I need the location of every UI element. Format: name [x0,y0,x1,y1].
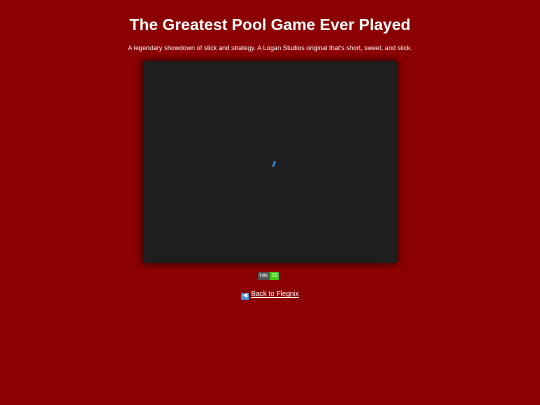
back-to-flegnix-link[interactable]: Back to Flegnix [251,291,299,298]
hit-counter-badge: hits 33 [258,272,280,280]
page: The Greatest Pool Game Ever Played A leg… [0,0,540,405]
cue-stick[interactable] [272,160,276,168]
page-subtitle: A legendary showdown of stick and strate… [127,45,413,52]
hit-counter-value: 33 [269,272,280,280]
back-link-container: ◀ Back to Flegnix [0,290,540,300]
back-arrow-icon: ◀ [241,293,250,300]
game-canvas[interactable] [143,61,397,263]
hit-counter-label: hits [258,272,270,280]
page-title: The Greatest Pool Game Ever Played [129,17,411,34]
